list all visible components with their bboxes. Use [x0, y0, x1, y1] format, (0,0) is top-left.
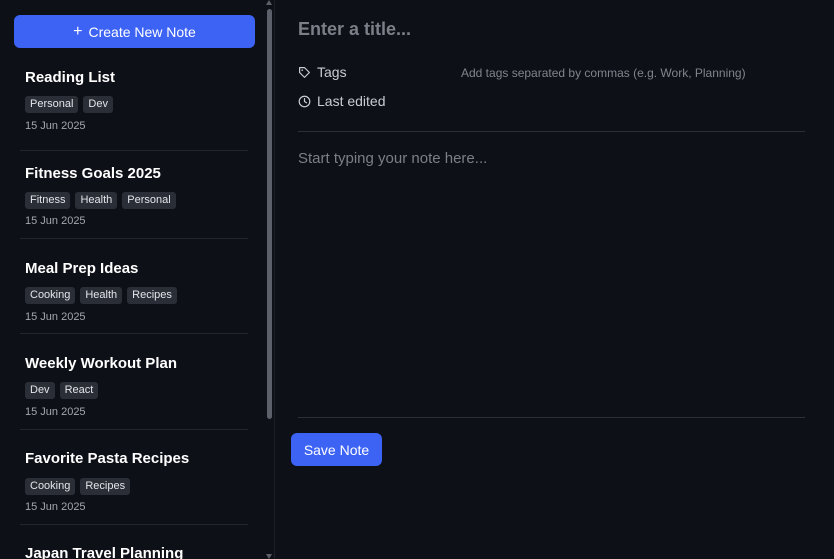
- note-title: Weekly Workout Plan: [25, 355, 177, 372]
- scroll-down-arrow-icon[interactable]: [266, 554, 272, 559]
- tag-badge: Health: [75, 192, 118, 209]
- divider: [298, 131, 805, 132]
- note-title-input[interactable]: [298, 15, 808, 43]
- tag-badge: Personal: [122, 192, 176, 209]
- note-title: Fitness Goals 2025: [25, 165, 161, 182]
- scroll-up-arrow-icon[interactable]: [266, 0, 272, 5]
- note-title: Reading List: [25, 69, 116, 86]
- divider: [298, 417, 805, 418]
- tag-badge: Dev: [83, 96, 113, 113]
- note-list-item[interactable]: Reading List Personal Dev 15 Jun 2025: [20, 55, 248, 151]
- tag-badge: Cooking: [25, 478, 76, 495]
- tags-label: Tags: [317, 64, 347, 80]
- note-tags: Cooking Recipes: [25, 478, 131, 495]
- note-date: 15 Jun 2025: [25, 215, 86, 227]
- clock-icon: [298, 95, 311, 108]
- note-title: Japan Travel Planning: [25, 545, 184, 559]
- save-note-button[interactable]: Save Note: [291, 433, 382, 466]
- create-new-note-label: Create New Note: [88, 23, 196, 40]
- note-list-item[interactable]: Favorite Pasta Recipes Cooking Recipes 1…: [20, 430, 248, 525]
- note-tags: Cooking Health Recipes: [25, 287, 177, 304]
- tag-badge: Recipes: [127, 287, 177, 304]
- scroll-thumb[interactable]: [267, 9, 272, 419]
- sidebar: + Create New Note Reading List Personal …: [0, 0, 275, 559]
- tag-badge: Cooking: [25, 287, 76, 304]
- tags-row: Tags: [298, 64, 347, 80]
- tag-badge: Health: [80, 287, 123, 304]
- note-editor: Tags Last edited Save Note: [276, 0, 834, 559]
- sidebar-scrollbar[interactable]: [264, 0, 275, 559]
- tag-badge: Personal: [25, 96, 79, 113]
- note-body-textarea[interactable]: [298, 150, 805, 410]
- note-tags: Fitness Health Personal: [25, 192, 176, 209]
- note-list-item[interactable]: Weekly Workout Plan Dev React 15 Jun 202…: [20, 334, 248, 430]
- last-edited-label: Last edited: [317, 93, 386, 109]
- note-list-item[interactable]: Meal Prep Ideas Cooking Health Recipes 1…: [20, 239, 248, 334]
- tags-input[interactable]: [461, 64, 801, 82]
- tag-badge: Fitness: [25, 192, 71, 209]
- note-list-item[interactable]: Japan Travel Planning: [20, 525, 248, 559]
- note-tags: Dev React: [25, 382, 99, 399]
- tag-badge: Dev: [25, 382, 55, 399]
- last-edited-row: Last edited: [298, 93, 386, 109]
- note-date: 15 Jun 2025: [25, 406, 86, 418]
- plus-icon: +: [73, 22, 83, 40]
- note-date: 15 Jun 2025: [25, 120, 86, 132]
- note-list: Reading List Personal Dev 15 Jun 2025 Fi…: [0, 55, 264, 559]
- note-date: 15 Jun 2025: [25, 501, 86, 513]
- tag-icon: [298, 66, 311, 79]
- note-title: Meal Prep Ideas: [25, 260, 139, 277]
- tag-badge: Recipes: [80, 478, 131, 495]
- note-tags: Personal Dev: [25, 96, 113, 113]
- create-new-note-button[interactable]: + Create New Note: [14, 15, 255, 48]
- note-title: Favorite Pasta Recipes: [25, 450, 190, 467]
- note-list-item[interactable]: Fitness Goals 2025 Fitness Health Person…: [20, 143, 248, 239]
- note-date: 15 Jun 2025: [25, 311, 86, 323]
- tag-badge: React: [59, 382, 99, 399]
